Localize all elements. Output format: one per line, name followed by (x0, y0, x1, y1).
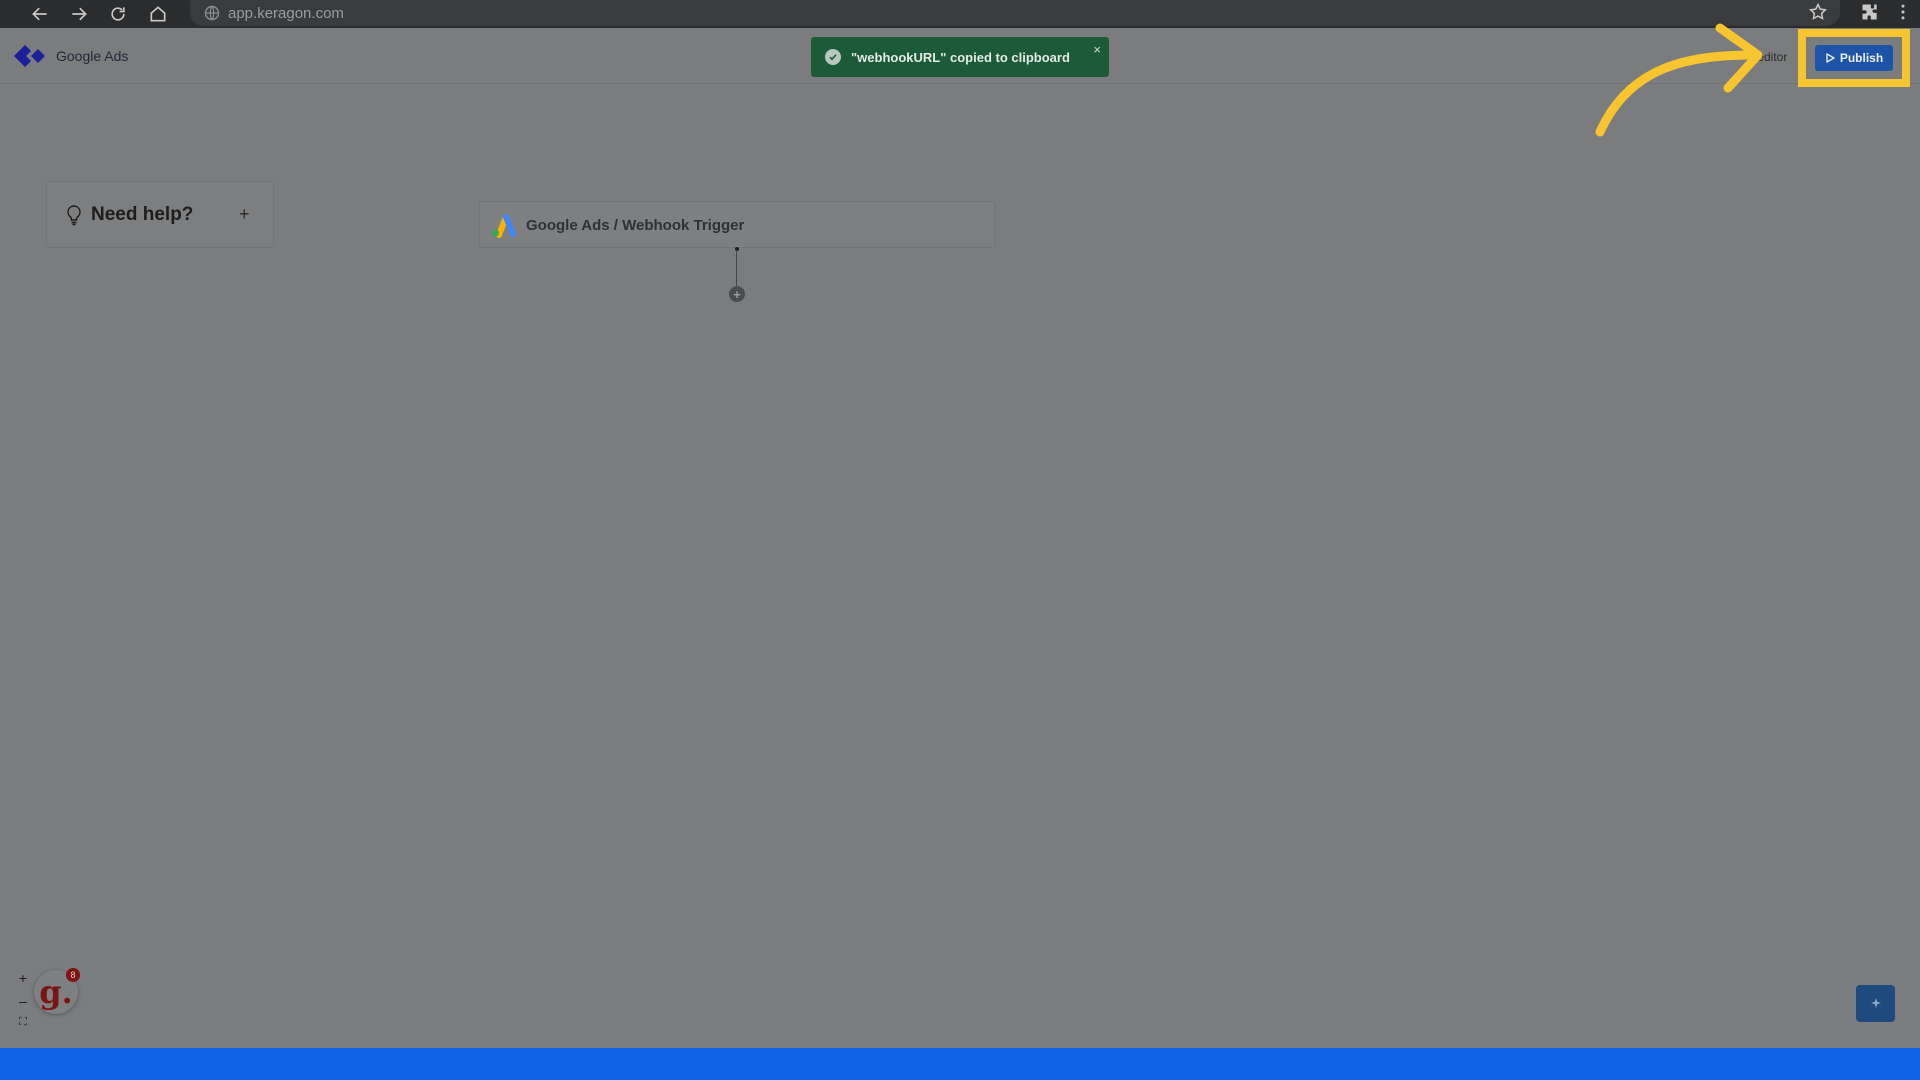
browser-menu-icon[interactable] (1893, 2, 1913, 27)
extensions-icon[interactable] (1860, 2, 1880, 27)
add-step-icon[interactable]: + (729, 286, 745, 302)
lightbulb-icon (67, 205, 81, 226)
need-help-card[interactable]: Need help? + (46, 181, 274, 248)
need-help-title: Need help? (91, 204, 194, 225)
keragon-logo-icon[interactable] (12, 43, 50, 69)
webhook-trigger-node[interactable]: Google Ads / Webhook Trigger (479, 201, 995, 248)
fit-view-button[interactable]: ⛶ (14, 1016, 32, 1029)
url-text: app.keragon.com (228, 4, 344, 22)
expand-help-icon[interactable]: + (239, 204, 250, 225)
reload-icon[interactable] (106, 2, 130, 26)
toast-notification: "webhookURL" copied to clipboard × (811, 37, 1109, 77)
site-info-icon[interactable] (204, 5, 220, 21)
home-icon[interactable] (146, 2, 170, 26)
bookmark-star-icon[interactable] (1808, 2, 1828, 27)
workflow-name[interactable]: Google Ads (56, 48, 128, 64)
zoom-out-button[interactable]: – (14, 993, 32, 1009)
support-chat-button[interactable] (1856, 985, 1895, 1022)
zoom-in-button[interactable]: + (14, 970, 32, 986)
back-icon[interactable] (28, 2, 52, 26)
sparkle-icon (1870, 997, 1881, 1008)
node-connector-line (736, 250, 737, 288)
publish-button[interactable]: Publish (1815, 45, 1893, 71)
google-ads-icon (492, 214, 516, 238)
toast-close-icon[interactable]: × (1093, 42, 1101, 57)
play-icon (1826, 53, 1835, 63)
notification-count-badge: 8 (66, 968, 80, 982)
trigger-node-title: Google Ads / Webhook Trigger (526, 217, 745, 234)
bottom-bar (0, 1048, 1920, 1080)
publish-label: Publish (1839, 51, 1884, 65)
annotation-arrow-icon (1595, 23, 1763, 137)
toast-message: "webhookURL" copied to clipboard (851, 49, 1070, 65)
forward-icon[interactable] (67, 2, 91, 26)
check-circle-icon (825, 49, 841, 65)
